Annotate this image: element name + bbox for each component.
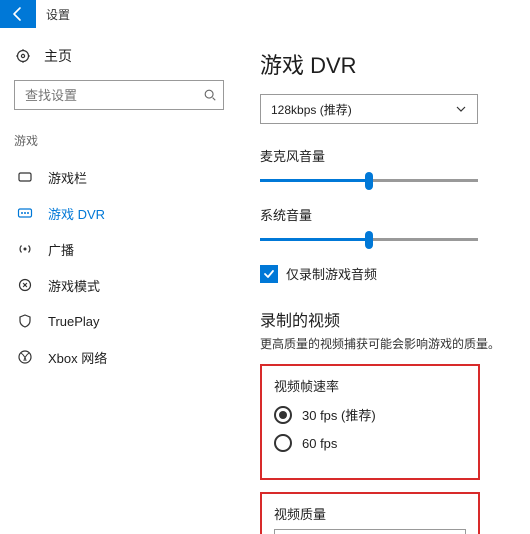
sidebar-item-gamemode[interactable]: 游戏模式 xyxy=(14,267,224,303)
sidebar-group-label: 游戏 xyxy=(14,132,224,149)
slider-thumb[interactable] xyxy=(365,231,373,249)
recorded-video-heading: 录制的视频 xyxy=(260,307,502,331)
fps-option-30[interactable]: 30 fps (推荐) xyxy=(274,405,466,424)
search-input-wrapper[interactable] xyxy=(14,80,224,110)
system-volume-label: 系统音量 xyxy=(260,205,502,224)
mic-volume-slider[interactable] xyxy=(260,171,478,191)
system-volume-slider[interactable] xyxy=(260,230,478,250)
sidebar-item-label: 游戏模式 xyxy=(48,276,100,295)
sidebar-nav: 游戏栏 游戏 DVR 广播 xyxy=(14,159,224,375)
arrow-left-icon xyxy=(10,6,26,22)
sidebar: 主页 游戏 游戏栏 xyxy=(0,28,232,534)
slider-thumb[interactable] xyxy=(365,172,373,190)
home-label: 主页 xyxy=(44,46,72,66)
search-input[interactable] xyxy=(23,87,203,104)
quality-highlight-box: 视频质量 高 xyxy=(260,492,480,534)
back-button[interactable] xyxy=(0,0,36,28)
radio-button[interactable] xyxy=(274,406,292,424)
sidebar-item-gamebar[interactable]: 游戏栏 xyxy=(14,159,224,195)
record-audio-checkbox[interactable] xyxy=(260,265,278,283)
fps-label: 视频帧速率 xyxy=(274,376,466,395)
sidebar-item-label: 游戏栏 xyxy=(48,168,87,187)
window-title: 设置 xyxy=(36,6,70,23)
recorded-video-subtext: 更高质量的视频捕获可能会影响游戏的质量。 xyxy=(260,335,502,352)
gamemode-icon xyxy=(16,276,34,294)
bitrate-select[interactable]: 128kbps (推荐) xyxy=(260,94,478,124)
sidebar-item-broadcast[interactable]: 广播 xyxy=(14,231,224,267)
trueplay-icon xyxy=(16,312,34,330)
title-bar: 设置 xyxy=(0,0,530,28)
sidebar-item-label: TruePlay xyxy=(48,314,100,329)
fps-option-60[interactable]: 60 fps xyxy=(274,434,466,452)
sidebar-item-dvr[interactable]: 游戏 DVR xyxy=(14,195,224,231)
search-icon xyxy=(203,86,217,104)
dvr-icon xyxy=(16,204,34,222)
fps-option-label: 30 fps (推荐) xyxy=(302,405,376,424)
gamebar-icon xyxy=(16,168,34,186)
quality-label: 视频质量 xyxy=(274,504,466,523)
fps-option-label: 60 fps xyxy=(302,436,337,451)
quality-select[interactable]: 高 xyxy=(274,529,466,534)
sidebar-home[interactable]: 主页 xyxy=(14,46,224,66)
broadcast-icon xyxy=(16,240,34,258)
record-audio-label: 仅录制游戏音频 xyxy=(286,264,377,283)
sidebar-item-trueplay[interactable]: TruePlay xyxy=(14,303,224,339)
xbox-icon xyxy=(16,348,34,366)
fps-highlight-box: 视频帧速率 30 fps (推荐) 60 fps xyxy=(260,364,480,480)
gear-icon xyxy=(14,47,32,65)
bitrate-value: 128kbps (推荐) xyxy=(271,101,352,118)
chevron-down-icon xyxy=(455,103,467,115)
page-title: 游戏 DVR xyxy=(260,48,502,80)
sidebar-item-label: 广播 xyxy=(48,240,74,259)
main-panel: 游戏 DVR 128kbps (推荐) 麦克风音量 系统音量 xyxy=(232,28,530,534)
check-icon xyxy=(263,268,275,280)
radio-button[interactable] xyxy=(274,434,292,452)
sidebar-item-label: 游戏 DVR xyxy=(48,204,105,223)
sidebar-item-label: Xbox 网络 xyxy=(48,348,107,367)
mic-volume-label: 麦克风音量 xyxy=(260,146,502,165)
sidebar-item-xbox[interactable]: Xbox 网络 xyxy=(14,339,224,375)
